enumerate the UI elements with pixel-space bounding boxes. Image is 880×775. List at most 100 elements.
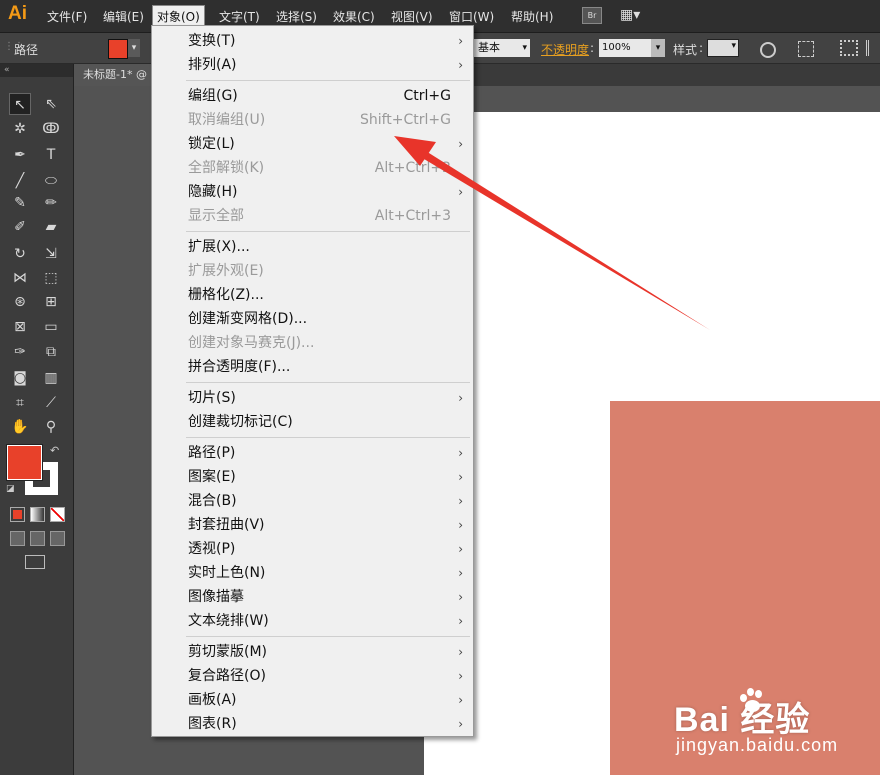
menu-item-4[interactable]: 锁定(L) ›: [152, 132, 473, 156]
workspace-switcher-icon[interactable]: ▦▾: [620, 7, 652, 23]
menu-item-18[interactable]: 混合(B) ›: [152, 489, 473, 513]
align-icon[interactable]: [840, 40, 858, 56]
menu-item-label: 文本绕排(W): [188, 613, 269, 629]
shape-builder-tool-icon[interactable]: ⊛: [9, 291, 31, 313]
app-logo: Ai: [8, 3, 27, 24]
default-colors-icon[interactable]: ◪: [6, 484, 15, 494]
opacity-input[interactable]: 100% ▾: [599, 39, 665, 57]
menu-item-16[interactable]: 路径(P) ›: [152, 441, 473, 465]
style-label: 样式: [673, 43, 698, 57]
screen-mode-icon[interactable]: [25, 555, 45, 569]
menu-item-19[interactable]: 封套扭曲(V) ›: [152, 513, 473, 537]
menu-item-23[interactable]: 文本绕排(W) ›: [152, 609, 473, 633]
menu-item-17[interactable]: 图案(E) ›: [152, 465, 473, 489]
pen-tool-icon[interactable]: ✒: [9, 144, 31, 166]
menu-item-11[interactable]: 创建渐变网格(D)...: [152, 307, 473, 331]
menu-item-26[interactable]: 画板(A) ›: [152, 688, 473, 712]
eraser-tool-icon[interactable]: ▰: [40, 216, 62, 238]
draw-behind-icon[interactable]: [30, 531, 45, 546]
paw-icon: [738, 688, 766, 712]
gradient-mode-icon[interactable]: [30, 507, 45, 522]
menu-item-13[interactable]: 拼合透明度(F)...: [152, 355, 473, 379]
submenu-arrow-icon: ›: [458, 645, 463, 659]
menu-item-1[interactable]: 排列(A) ›: [152, 53, 473, 77]
menu-item-label: 隐藏(H): [188, 184, 238, 200]
menu-item-2[interactable]: 编组(G) Ctrl+G: [152, 84, 473, 108]
fill-color-box[interactable]: [7, 445, 42, 480]
menu-item-24[interactable]: 剪切蒙版(M) ›: [152, 640, 473, 664]
graphic-style-swatch[interactable]: ▾: [707, 39, 739, 57]
fill-color-swatch[interactable]: [108, 39, 128, 59]
menu-select[interactable]: 选择(S): [273, 7, 320, 26]
mesh-tool-icon[interactable]: ⊠: [9, 316, 31, 338]
recolor-artwork-icon[interactable]: [760, 42, 776, 58]
opacity-dropdown-icon[interactable]: ▾: [651, 39, 665, 57]
menu-item-12: 创建对象马赛克(J)...: [152, 331, 473, 355]
menu-effect[interactable]: 效果(C): [330, 7, 378, 26]
menu-item-label: 混合(B): [188, 493, 237, 509]
selection-tool-icon[interactable]: ↖: [9, 93, 31, 115]
blob-brush-tool-icon[interactable]: ✐: [9, 216, 31, 238]
menu-item-3: 取消编组(U) Shift+Ctrl+G: [152, 108, 473, 132]
menu-item-6[interactable]: 隐藏(H) ›: [152, 180, 473, 204]
menu-item-shortcut: Alt+Ctrl+2: [374, 160, 451, 176]
perspective-grid-tool-icon[interactable]: ⊞: [40, 291, 62, 313]
gradient-tool-icon[interactable]: ▭: [40, 316, 62, 338]
zoom-tool-icon[interactable]: ⚲: [40, 416, 62, 438]
hand-tool-icon[interactable]: ✋: [9, 416, 31, 438]
menu-item-27[interactable]: 图表(R) ›: [152, 712, 473, 736]
draw-inside-icon[interactable]: [50, 531, 65, 546]
magic-wand-tool-icon[interactable]: ✲: [9, 118, 31, 140]
swap-colors-icon[interactable]: ↶: [50, 444, 59, 457]
tools-panel-header[interactable]: «: [0, 64, 73, 77]
menu-item-8[interactable]: 扩展(X)...: [152, 235, 473, 259]
artboard-tool-icon[interactable]: ⌗: [9, 392, 31, 414]
menu-help[interactable]: 帮助(H): [508, 7, 556, 26]
color-mode-icon[interactable]: [10, 507, 25, 522]
draw-normal-icon[interactable]: [10, 531, 25, 546]
column-graph-tool-icon[interactable]: ▥: [40, 367, 62, 389]
symbol-sprayer-tool-icon[interactable]: ◙: [9, 367, 31, 389]
stroke-style-select[interactable]: 基本 ▾: [474, 39, 530, 57]
rotate-tool-icon[interactable]: ↻: [9, 243, 31, 265]
menu-edit[interactable]: 编辑(E): [100, 7, 147, 26]
menu-item-label: 拼合透明度(F)...: [188, 359, 291, 375]
isolate-icon[interactable]: [798, 41, 814, 57]
direct-selection-tool-icon[interactable]: ⇖: [40, 93, 62, 115]
lasso-tool-icon[interactable]: ↂ: [40, 118, 62, 140]
menu-item-10[interactable]: 栅格化(Z)...: [152, 283, 473, 307]
menu-item-15[interactable]: 创建裁切标记(C): [152, 410, 473, 434]
document-tab-title: 未标题-1*: [83, 68, 133, 81]
menu-view[interactable]: 视图(V): [388, 7, 436, 26]
document-tab[interactable]: 未标题-1* @: [74, 64, 154, 86]
none-mode-icon[interactable]: [50, 507, 65, 522]
submenu-arrow-icon: ›: [458, 566, 463, 580]
width-tool-icon[interactable]: ⋈: [9, 267, 31, 289]
menu-item-label: 栅格化(Z)...: [188, 287, 264, 303]
menu-item-20[interactable]: 透视(P) ›: [152, 537, 473, 561]
scale-tool-icon[interactable]: ⇲: [40, 243, 62, 265]
watermark-url: jingyan.baidu.com: [676, 735, 839, 755]
type-tool-icon[interactable]: T: [40, 144, 62, 166]
menu-item-14[interactable]: 切片(S) ›: [152, 386, 473, 410]
pencil-tool-icon[interactable]: ✏: [40, 192, 62, 214]
menu-item-0[interactable]: 变换(T) ›: [152, 29, 473, 53]
blend-tool-icon[interactable]: ⧉: [40, 341, 62, 363]
menu-file[interactable]: 文件(F): [44, 7, 90, 26]
bridge-button[interactable]: Br: [582, 7, 602, 24]
eyedropper-tool-icon[interactable]: ✑: [9, 341, 31, 363]
panel-menu-icon[interactable]: [866, 40, 880, 56]
slice-tool-icon[interactable]: ⟋: [40, 392, 62, 414]
free-transform-tool-icon[interactable]: ⬚: [40, 267, 62, 289]
paintbrush-tool-icon[interactable]: ✎: [9, 192, 31, 214]
menu-window[interactable]: 窗口(W): [446, 7, 497, 26]
fill-dropdown-icon[interactable]: ▾: [128, 39, 140, 57]
menu-item-21[interactable]: 实时上色(N) ›: [152, 561, 473, 585]
menu-item-label: 实时上色(N): [188, 565, 266, 581]
line-tool-icon[interactable]: ╱: [9, 170, 31, 192]
menu-type[interactable]: 文字(T): [216, 7, 263, 26]
opacity-label[interactable]: 不透明度: [541, 41, 589, 58]
menu-item-22[interactable]: 图像描摹 ›: [152, 585, 473, 609]
ellipse-tool-icon[interactable]: ⬭: [40, 170, 62, 192]
menu-item-25[interactable]: 复合路径(O) ›: [152, 664, 473, 688]
